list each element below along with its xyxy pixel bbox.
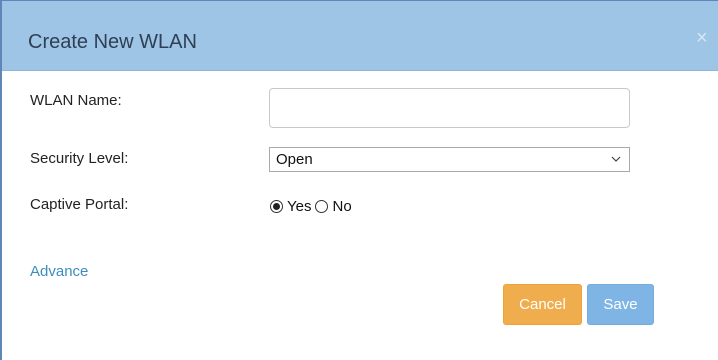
security-level-value: Open <box>276 151 313 168</box>
wlan-name-label: WLAN Name: <box>30 92 122 109</box>
advance-link[interactable]: Advance <box>30 263 88 281</box>
captive-portal-label: Captive Portal: <box>30 196 129 213</box>
captive-portal-no-label[interactable]: No <box>332 198 351 215</box>
dialog-title: Create New WLAN <box>28 31 197 53</box>
cancel-button[interactable]: Cancel <box>503 284 582 325</box>
chevron-down-icon <box>611 156 621 162</box>
captive-portal-no-radio[interactable] <box>315 199 329 213</box>
create-wlan-dialog: Create New WLAN × WLAN Name: Security Le… <box>0 0 718 360</box>
captive-portal-radio-group: Yes No <box>270 196 356 216</box>
security-level-select[interactable]: Open <box>269 147 630 172</box>
wlan-name-input[interactable] <box>269 88 630 128</box>
dialog-header: Create New WLAN × <box>2 1 718 71</box>
captive-portal-yes-label[interactable]: Yes <box>287 198 311 215</box>
save-button[interactable]: Save <box>587 284 654 325</box>
security-level-label: Security Level: <box>30 150 129 167</box>
captive-portal-yes-radio[interactable] <box>270 199 283 213</box>
close-icon[interactable]: × <box>696 28 708 48</box>
